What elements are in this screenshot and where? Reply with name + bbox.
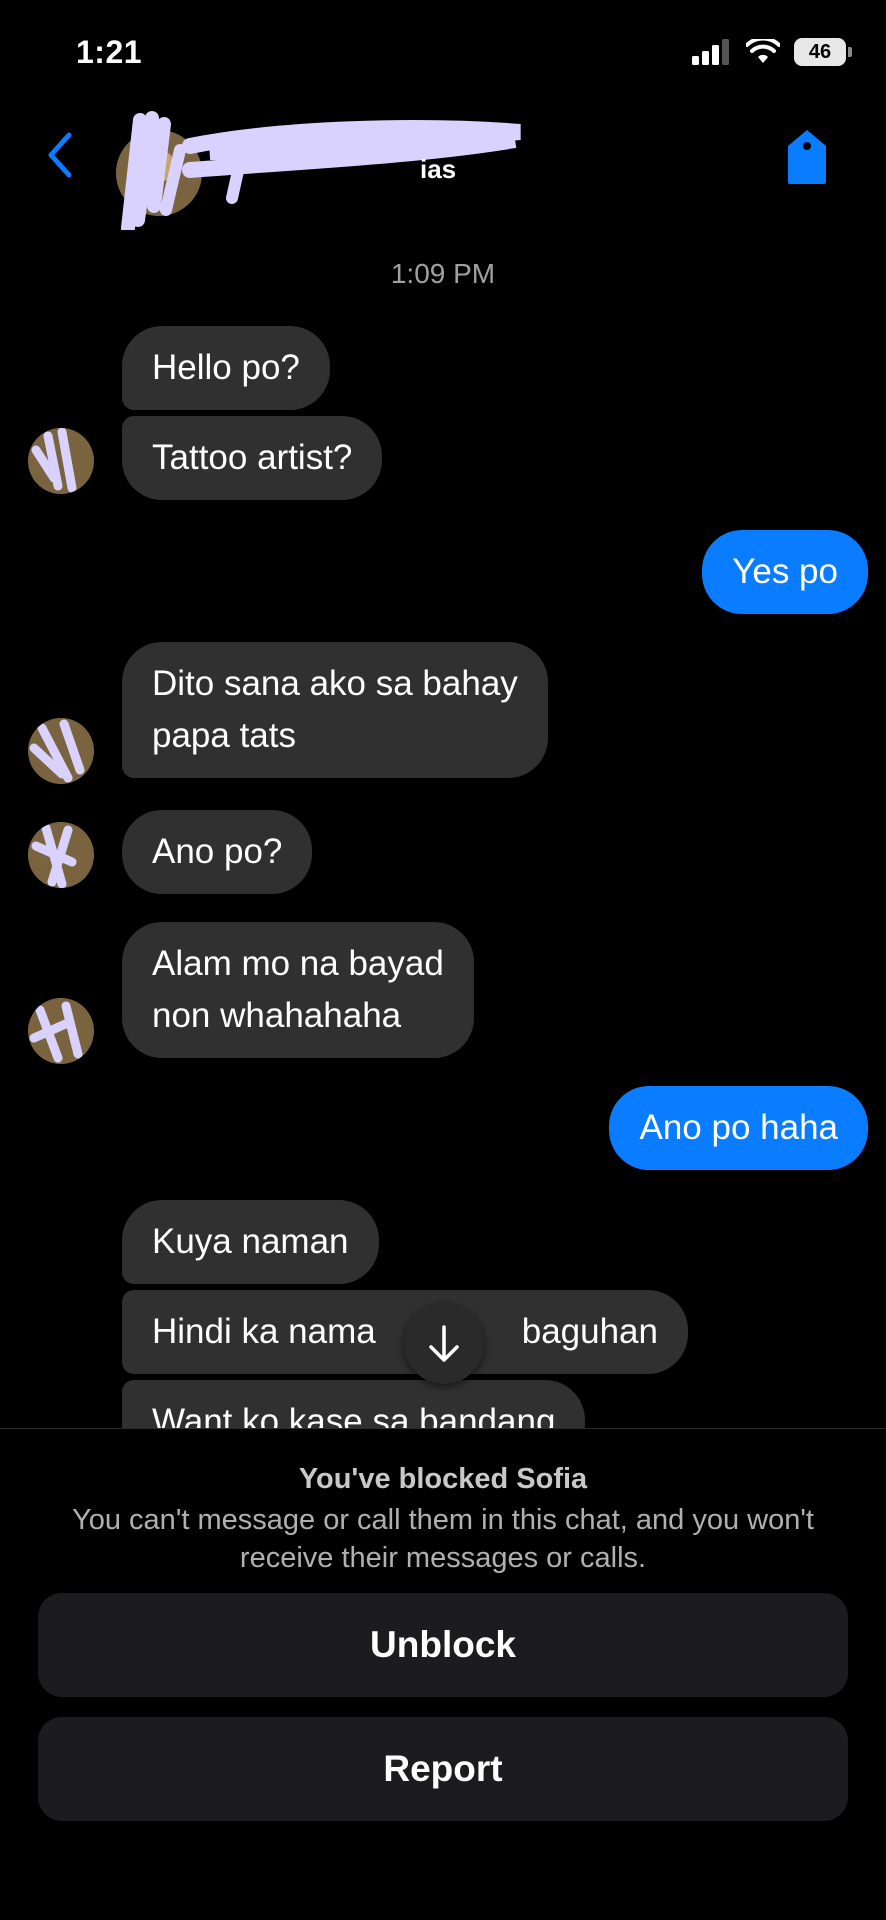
message-bubble[interactable]: Ano po haha <box>609 1086 868 1170</box>
wifi-icon <box>746 39 780 63</box>
redacted-name-scribble: ias <box>121 111 521 230</box>
message-bubble[interactable]: Hello po? <box>122 326 330 410</box>
message-text-right: baguhan <box>521 1312 658 1351</box>
status-bar: 1:21 46 <box>0 0 886 110</box>
arrow-down-icon <box>429 1325 459 1362</box>
report-button[interactable]: Report <box>38 1717 848 1821</box>
message-bubble[interactable]: Ano po? <box>122 810 313 894</box>
status-icons: 46 <box>692 38 852 66</box>
status-time: 1:21 <box>76 34 143 70</box>
chat-header: ias <box>0 100 886 230</box>
back-button[interactable] <box>36 124 82 186</box>
sender-avatar[interactable] <box>28 718 94 784</box>
message-text-left: Hindi ka nama <box>152 1312 376 1351</box>
blocked-description: You can't message or call them in this c… <box>72 1504 814 1574</box>
sender-avatar[interactable] <box>28 822 94 888</box>
message-text: Kuya naman <box>152 1222 349 1261</box>
message-text: Yes po <box>732 552 838 591</box>
message-text-line: Alam mo na bayad <box>152 944 444 983</box>
message-text-line: Dito sana ako sa bahay <box>152 664 518 703</box>
tag-icon <box>788 130 826 184</box>
sender-avatar[interactable] <box>28 428 94 494</box>
message-bubble[interactable]: Tattoo artist? <box>122 416 383 500</box>
message-bubble[interactable]: Yes po <box>702 530 868 614</box>
message-text: Ano po? <box>152 832 283 871</box>
message-text-line: non whahahaha <box>152 996 402 1035</box>
message-timestamp: 1:09 PM <box>390 258 496 289</box>
message-text: Ano po haha <box>639 1108 838 1147</box>
blocked-title: You've blocked Sofia <box>298 1463 588 1495</box>
message-text: Tattoo artist? <box>152 438 353 477</box>
unblock-button[interactable]: Unblock <box>38 1593 848 1697</box>
message-bubble[interactable]: Dito sana ako sa bahay papa tats <box>122 642 548 778</box>
scroll-to-bottom-button[interactable] <box>404 1304 484 1384</box>
battery-icon: 46 <box>794 38 852 66</box>
label-tag-button[interactable] <box>782 126 832 186</box>
blocked-notice-panel: You've blocked Sofia You can't message o… <box>0 1428 886 1920</box>
chevron-left-icon <box>48 132 72 178</box>
message-text: Hello po? <box>152 348 300 387</box>
battery-level: 46 <box>794 38 846 66</box>
svg-text:ias: ias <box>420 154 456 184</box>
sender-avatar[interactable] <box>28 998 94 1064</box>
message-bubble[interactable]: Want ko kase sa bandang <box>122 1380 586 1428</box>
signal-icon <box>692 39 729 65</box>
message-bubble[interactable]: Alam mo na bayad non whahahaha <box>122 922 474 1058</box>
message-text: Want ko kase sa bandang <box>152 1402 556 1428</box>
message-text-line: papa tats <box>152 716 296 755</box>
message-bubble[interactable]: Kuya naman <box>122 1200 379 1284</box>
message-list[interactable]: 1:09 PM Hello po? Tattoo artist? Yes po … <box>0 230 886 1428</box>
